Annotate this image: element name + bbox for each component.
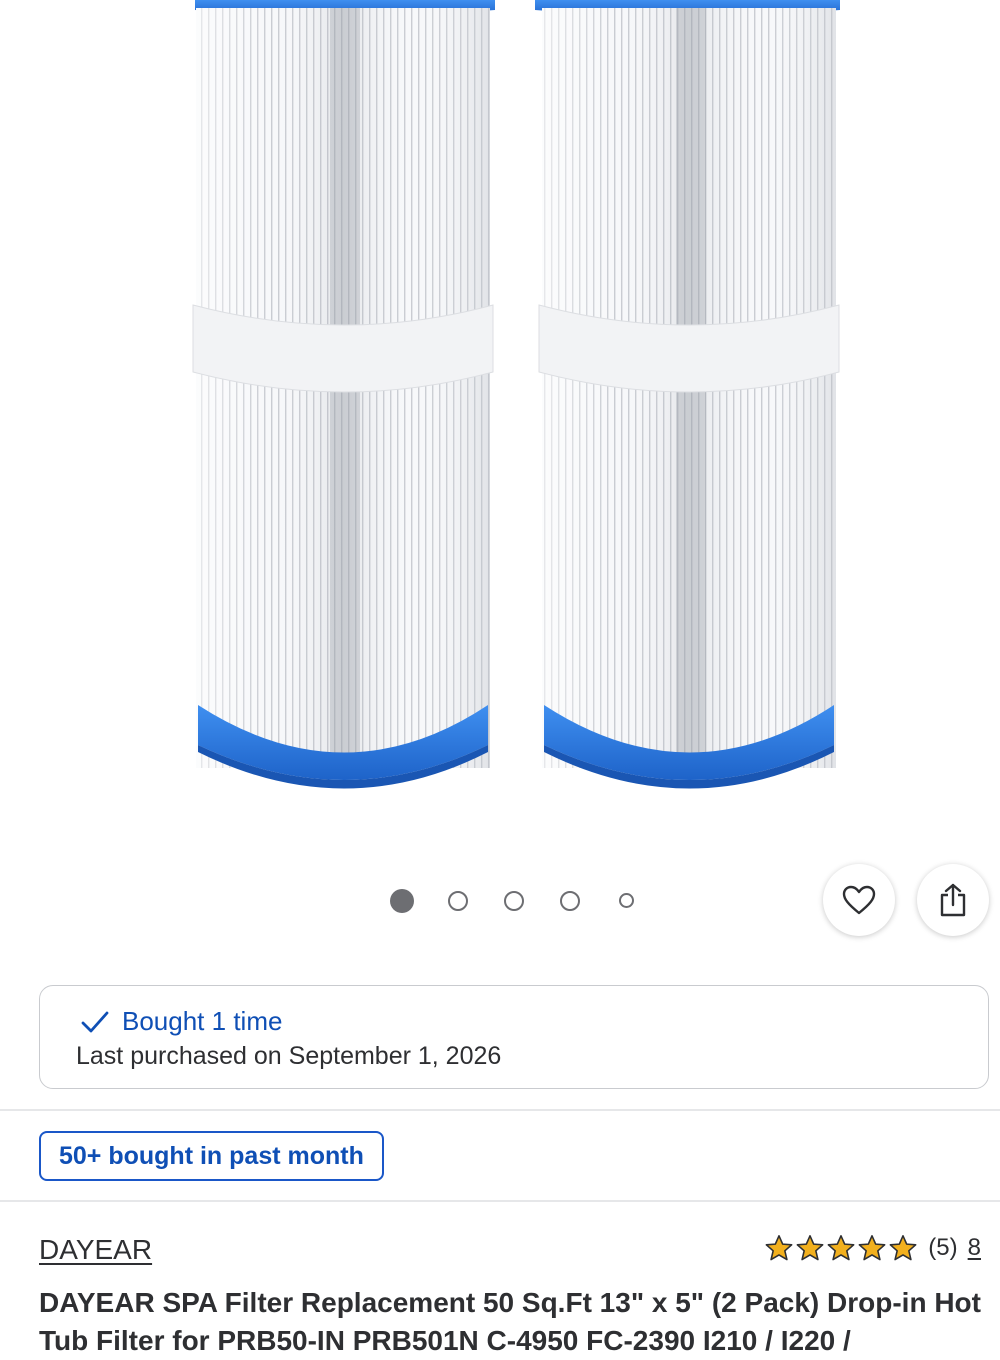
share-button[interactable] (917, 864, 989, 936)
divider (0, 1109, 1000, 1111)
filter-cartridge-right (535, 0, 840, 789)
share-icon (940, 883, 966, 917)
star-icon (858, 1235, 886, 1261)
carousel-indicator (388, 886, 648, 916)
star-rating (764, 1234, 918, 1262)
carousel-dot-1-active[interactable] (390, 889, 414, 913)
heart-icon (842, 885, 876, 915)
star-icon (765, 1235, 793, 1261)
review-count-link[interactable]: 8 (968, 1234, 981, 1262)
purchase-history-card[interactable]: Bought 1 time Last purchased on Septembe… (39, 985, 989, 1089)
bought-count-label: Bought 1 time (122, 1006, 283, 1036)
checkmark-icon (81, 1011, 109, 1032)
rating-value: (5) (928, 1234, 958, 1261)
brand-link[interactable]: DAYEAR (39, 1234, 152, 1266)
star-icon (827, 1235, 855, 1261)
carousel-dot-2[interactable] (448, 891, 468, 911)
favorite-button[interactable] (823, 864, 895, 936)
product-title: DAYEAR SPA Filter Replacement 50 Sq.Ft 1… (39, 1287, 981, 1356)
popularity-badge: 50+ bought in past month (39, 1131, 384, 1181)
star-icon (889, 1235, 917, 1261)
divider (0, 1200, 1000, 1202)
carousel-dot-4[interactable] (560, 891, 580, 911)
carousel-dot-3[interactable] (504, 891, 524, 911)
product-image[interactable] (0, 0, 1000, 860)
star-icon (796, 1235, 824, 1261)
carousel-dot-5[interactable] (619, 893, 634, 908)
rating-summary[interactable]: (5) 8 (764, 1234, 981, 1262)
last-purchased-date: Last purchased on September 1, 2026 (76, 1042, 502, 1070)
filter-cartridge-left (192, 0, 495, 789)
filter-cartridges-illustration (192, 0, 840, 789)
